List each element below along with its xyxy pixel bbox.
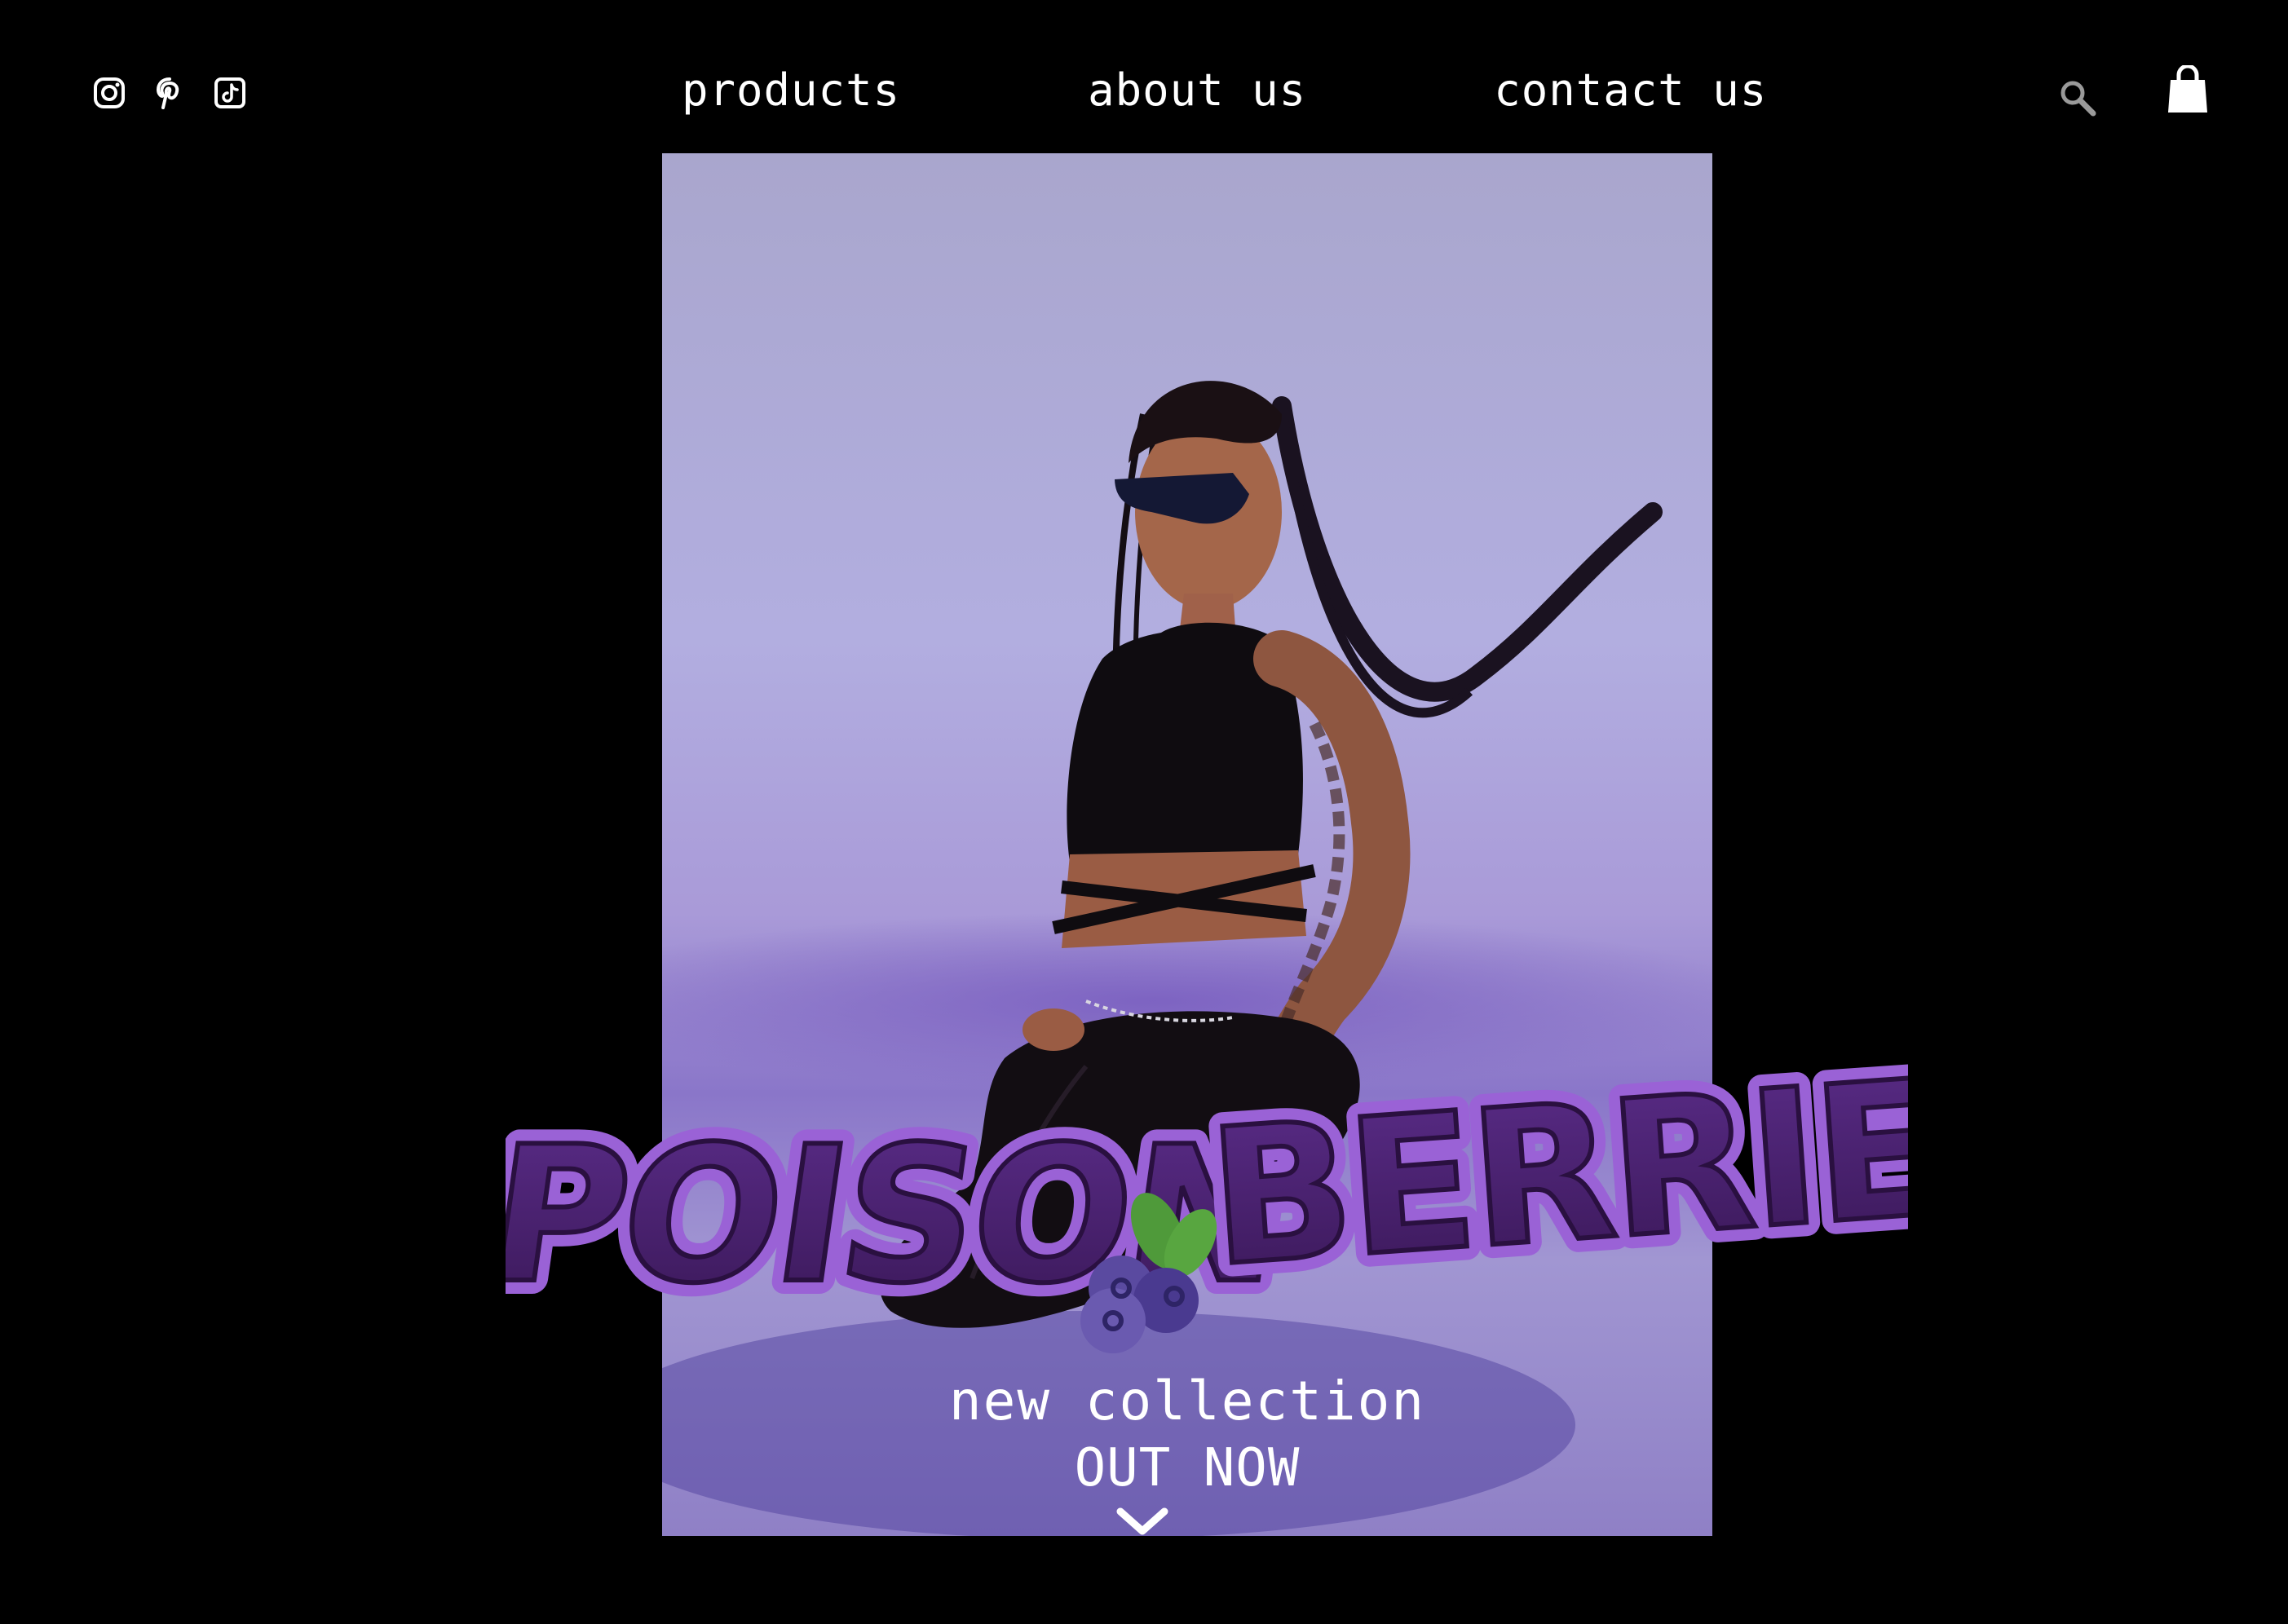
hero-headline: new collection <box>948 1370 1426 1432</box>
search-icon[interactable] <box>2056 77 2099 119</box>
hero-subheadline: OUT NOW <box>1074 1438 1301 1498</box>
nav-item-contact-us[interactable]: contact us <box>1494 62 1767 119</box>
poison-berries-logo: POISON POISON BERRIES BERRIES <box>506 1052 1908 1353</box>
pinterest-icon[interactable] <box>152 75 188 111</box>
nav-item-about-us[interactable]: about us <box>1088 62 1306 119</box>
svg-text:BERRIES: BERRIES <box>1203 1052 1908 1308</box>
social-links <box>91 75 248 111</box>
main-nav: products about us contact us <box>682 62 1767 119</box>
instagram-icon[interactable] <box>91 75 127 111</box>
shopping-bag-icon[interactable] <box>2166 65 2210 116</box>
tiktok-icon[interactable] <box>212 75 248 111</box>
nav-item-products[interactable]: products <box>682 62 900 119</box>
chevron-down-icon[interactable] <box>1115 1505 1169 1538</box>
